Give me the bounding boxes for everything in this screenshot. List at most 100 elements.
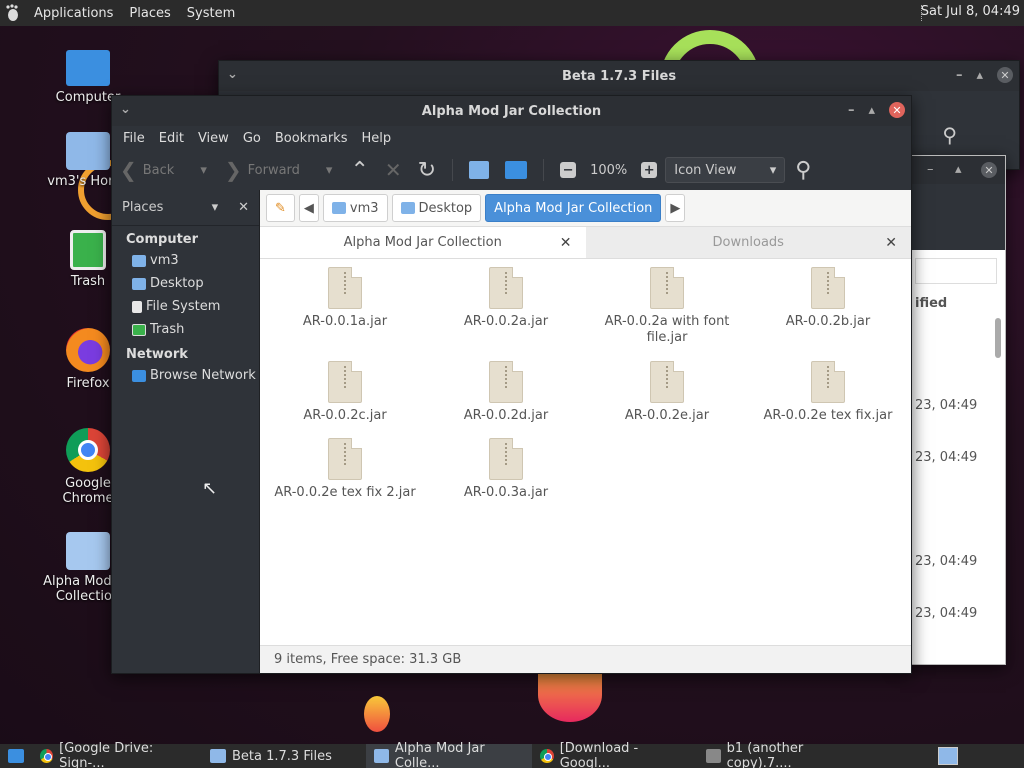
- file-item[interactable]: AR-0.0.2e tex fix.jar: [753, 361, 903, 424]
- close-icon[interactable]: ✕: [997, 67, 1013, 83]
- forward-arrow-icon: ❯: [224, 158, 242, 182]
- menu-view[interactable]: View: [191, 131, 236, 146]
- close-icon[interactable]: ✕: [238, 200, 249, 215]
- file-item[interactable]: AR-0.0.2c.jar: [270, 361, 420, 424]
- search-icon[interactable]: ⚲: [795, 158, 811, 183]
- up-icon[interactable]: ⌃: [350, 158, 368, 183]
- close-tab-icon[interactable]: ✕: [885, 235, 897, 251]
- task-beta-files[interactable]: Beta 1.7.3 Files: [202, 744, 366, 768]
- file-label: AR-0.0.2e.jar: [624, 408, 710, 423]
- file-item[interactable]: AR-0.0.1a.jar: [270, 267, 420, 330]
- pencil-icon: ✎: [275, 200, 286, 216]
- third-window-close-icon[interactable]: ✕: [981, 162, 997, 178]
- path-label: Alpha Mod Jar Collection: [494, 200, 653, 216]
- chevron-down-icon[interactable]: ▾: [200, 163, 207, 178]
- minimize-icon[interactable]: –: [956, 68, 963, 83]
- applications-menu[interactable]: Applications: [26, 6, 121, 21]
- zoom-out-icon[interactable]: −: [560, 162, 577, 178]
- reload-icon[interactable]: ↻: [418, 158, 436, 183]
- third-window-minimize[interactable]: –: [927, 162, 934, 177]
- maximize-icon[interactable]: ▴: [976, 68, 983, 83]
- window-menu-icon[interactable]: ⌄: [120, 102, 131, 117]
- file-item[interactable]: AR-0.0.2a with font file.jar: [592, 267, 742, 346]
- tab-alpha-mod-jar-collection[interactable]: Alpha Mod Jar Collection ✕: [260, 227, 586, 258]
- taskbar: [Google Drive: Sign-... Beta 1.7.3 Files…: [0, 741, 1024, 768]
- close-tab-icon[interactable]: ✕: [560, 235, 572, 251]
- sidebar-item-label: File System: [146, 299, 221, 314]
- path-current[interactable]: Alpha Mod Jar Collection: [485, 194, 662, 222]
- edit-location-button[interactable]: ✎: [266, 194, 295, 222]
- file-item[interactable]: AR-0.0.2b.jar: [753, 267, 903, 330]
- menu-go[interactable]: Go: [236, 131, 268, 146]
- back-window-titlebar[interactable]: ⌄ Beta 1.7.3 Files – ▴ ✕: [219, 61, 1019, 91]
- path-desktop[interactable]: Desktop: [391, 194, 482, 222]
- menu-bookmarks[interactable]: Bookmarks: [268, 131, 355, 146]
- third-window-scrollbar[interactable]: [995, 318, 1001, 358]
- file-item[interactable]: AR-0.0.2e tex fix 2.jar: [270, 438, 420, 501]
- file-manager-window[interactable]: ⌄ Alpha Mod Jar Collection – ▴ ✕ File Ed…: [111, 95, 912, 674]
- menu-help[interactable]: Help: [354, 131, 398, 146]
- computer-icon: [66, 50, 110, 86]
- sidebar-group-network: Network: [126, 347, 188, 362]
- file-item[interactable]: AR-0.0.3a.jar: [431, 438, 581, 501]
- system-menu[interactable]: System: [179, 6, 243, 21]
- sidebar-item-desktop[interactable]: Desktop: [112, 272, 259, 295]
- sidebar-item-browse-network[interactable]: Browse Network: [112, 364, 259, 387]
- jar-file-icon: [328, 361, 362, 403]
- sidebar-places-label: Places: [122, 200, 164, 215]
- third-window-column-header: ified: [915, 296, 948, 311]
- menu-edit[interactable]: Edit: [152, 131, 191, 146]
- jar-file-icon: [811, 361, 845, 403]
- chevron-down-icon[interactable]: ▾: [326, 163, 333, 178]
- show-desktop-button[interactable]: [0, 744, 32, 768]
- stop-icon[interactable]: ✕: [385, 158, 402, 182]
- folder-icon: [374, 749, 389, 763]
- third-window[interactable]: – ▴ ✕ ified 23, 04:49 23, 04:49 23, 04:4…: [900, 155, 1006, 665]
- path-vm3[interactable]: vm3: [322, 194, 388, 222]
- file-label: AR-0.0.2d.jar: [463, 408, 549, 423]
- gnome-foot-icon[interactable]: [0, 0, 26, 26]
- clock[interactable]: Sat Jul 8, 04:49: [921, 4, 1020, 19]
- third-window-input[interactable]: [915, 258, 997, 284]
- computer-icon[interactable]: [505, 161, 528, 179]
- task-label: [Download - Googl...: [559, 741, 639, 768]
- path-forward-button[interactable]: ▶: [665, 194, 686, 222]
- sidebar-item-trash[interactable]: Trash: [112, 318, 259, 341]
- sidebar-item-vm3[interactable]: vm3: [112, 249, 259, 272]
- view-mode-select[interactable]: Icon View ▾: [665, 157, 786, 183]
- third-window-maximize[interactable]: ▴: [955, 162, 962, 177]
- firefox-icon: [66, 328, 110, 372]
- task-b1-copy[interactable]: b1 (another copy).7....: [698, 741, 868, 768]
- menu-file[interactable]: File: [116, 131, 152, 146]
- chevron-down-icon[interactable]: ▾: [212, 200, 219, 215]
- zoom-in-icon[interactable]: +: [641, 162, 658, 178]
- file-label: AR-0.0.2b.jar: [785, 314, 871, 329]
- file-item[interactable]: AR-0.0.2a.jar: [431, 267, 581, 330]
- sidebar-item-file-system[interactable]: File System: [112, 295, 259, 318]
- minimize-icon[interactable]: –: [848, 103, 855, 118]
- workspace-switcher[interactable]: [938, 747, 958, 765]
- home-folder-icon: [132, 254, 146, 267]
- jar-file-icon: [811, 267, 845, 309]
- file-item[interactable]: AR-0.0.2e.jar: [592, 361, 742, 424]
- back-button[interactable]: ❮ Back ▾: [120, 158, 207, 182]
- file-label: AR-0.0.2c.jar: [303, 408, 387, 423]
- task-download[interactable]: [Download - Googl...: [532, 741, 698, 768]
- file-item[interactable]: AR-0.0.2d.jar: [431, 361, 581, 424]
- window-titlebar[interactable]: ⌄ Alpha Mod Jar Collection – ▴ ✕: [112, 96, 911, 126]
- task-google-drive[interactable]: [Google Drive: Sign-...: [32, 741, 202, 768]
- forward-button[interactable]: ❯ Forward ▾: [225, 158, 333, 182]
- close-icon[interactable]: ✕: [889, 102, 905, 118]
- home-icon[interactable]: [469, 161, 490, 179]
- forward-label: Forward: [247, 162, 300, 178]
- tab-downloads[interactable]: Downloads ✕: [586, 227, 912, 258]
- maximize-icon[interactable]: ▴: [868, 103, 875, 118]
- path-back-button[interactable]: ◀: [298, 194, 319, 222]
- trash-icon: [132, 323, 146, 336]
- back-window-search-icon[interactable]: ⚲: [942, 123, 957, 147]
- window-menu-icon[interactable]: ⌄: [227, 67, 238, 82]
- task-alpha-mod-jar[interactable]: Alpha Mod Jar Colle...: [366, 741, 532, 768]
- places-menu[interactable]: Places: [121, 6, 178, 21]
- wallpaper-blob: [538, 668, 602, 722]
- tab-label: Downloads: [712, 235, 784, 250]
